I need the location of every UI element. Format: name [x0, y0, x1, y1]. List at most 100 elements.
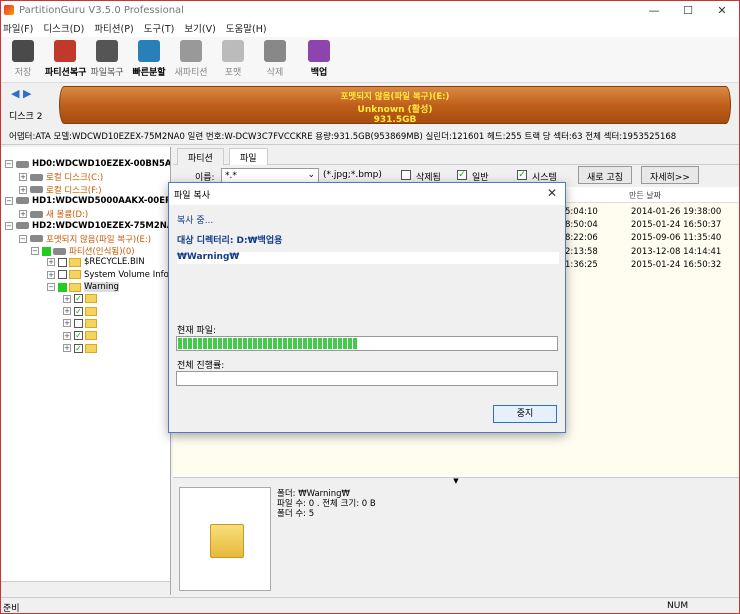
expand-icon[interactable]: + — [63, 344, 71, 352]
new-partition-icon — [180, 40, 202, 62]
cell-modified: 8:50:04 — [565, 220, 598, 231]
col-created[interactable]: 만든 날짜 — [629, 190, 661, 201]
disk-partition-bar[interactable]: 포맷되지 않음(파일 복구)(E:) Unknown (활성) 931.5GB — [59, 86, 731, 125]
toolbar-button-4[interactable]: 새파티션 — [171, 40, 211, 82]
num-lock-indicator: NUM — [667, 601, 689, 611]
tree-checkbox[interactable] — [58, 257, 67, 267]
status-bar: 준비 NUM — [1, 597, 739, 613]
tab-files[interactable]: 파일 — [229, 148, 268, 165]
tree-partition[interactable]: − 파티션(인식됨)(0) — [31, 245, 135, 257]
tree-folder[interactable]: + — [63, 318, 100, 328]
menu-file[interactable]: 파일(F) — [3, 21, 33, 35]
stop-button[interactable]: 중지 — [493, 405, 557, 423]
expand-icon[interactable]: + — [19, 185, 27, 194]
toolbar-button-6[interactable]: 삭제 — [255, 40, 295, 82]
system-checkbox[interactable]: ✓ — [517, 170, 527, 180]
maximize-button[interactable]: ☐ — [671, 1, 705, 19]
expand-icon[interactable]: − — [19, 234, 27, 243]
search-icon — [54, 40, 76, 62]
tree-folder[interactable]: + ✓ — [63, 294, 100, 304]
total-progress — [176, 371, 558, 386]
expand-icon[interactable]: − — [5, 160, 13, 168]
toolbar-button-5[interactable]: 포맷 — [213, 40, 253, 82]
format-icon — [222, 40, 244, 62]
toolbar-label: 백업 — [310, 68, 328, 78]
tree-folder[interactable]: + ✓ — [63, 331, 100, 341]
refresh-button[interactable]: 새로 고침 — [578, 166, 632, 184]
drive-icon — [30, 235, 43, 243]
toolbar-label: 포맷 — [224, 68, 242, 78]
expand-icon[interactable]: + — [47, 270, 55, 279]
toolbar-button-3[interactable]: 빠른분할 — [129, 40, 169, 82]
folder-icon — [85, 318, 97, 328]
preview-folder: 폴더: ₩Warning₩ — [277, 489, 350, 499]
recover-icon — [96, 40, 118, 62]
expand-icon[interactable]: + — [63, 319, 71, 328]
minimize-button[interactable]: — — [637, 1, 671, 19]
tree-checkbox[interactable]: ✓ — [74, 331, 83, 341]
tree-checkbox[interactable] — [42, 246, 51, 256]
disk-nav-arrows[interactable]: ◀ ▶ — [11, 87, 31, 100]
cell-created: 2015-09-06 11:35:40 — [631, 233, 722, 244]
menu-tools[interactable]: 도구(T) — [144, 21, 175, 35]
tree-label: HD0:WDCWD10EZEX-00BN5A — [32, 159, 171, 169]
tree-partition[interactable]: + 로컬 디스크(F:) — [19, 184, 102, 196]
tree-checkbox[interactable] — [74, 318, 83, 328]
tree-partition[interactable]: + 로컬 디스크(C:) — [19, 171, 103, 183]
expand-icon[interactable]: − — [47, 283, 55, 291]
expand-icon[interactable]: + — [19, 210, 27, 219]
expand-icon[interactable]: + — [19, 173, 27, 182]
tree-disk[interactable]: − HD1:WDCWD5000AAKX-00ER — [5, 196, 170, 206]
deleted-checkbox[interactable] — [401, 170, 411, 180]
tree-checkbox[interactable]: ✓ — [74, 343, 83, 353]
dialog-close-icon[interactable]: ✕ — [547, 186, 557, 200]
drive-icon — [16, 197, 29, 205]
tree-checkbox[interactable] — [58, 270, 67, 280]
toolbar-button-0[interactable]: 저장 — [3, 40, 43, 82]
tree-checkbox[interactable]: ✓ — [74, 294, 83, 304]
expand-icon[interactable]: − — [31, 247, 39, 256]
tree-checkbox[interactable] — [58, 282, 67, 292]
expand-icon[interactable]: − — [5, 221, 13, 230]
tree-scrollbar[interactable] — [1, 581, 170, 595]
partition-size: 931.5GB — [373, 115, 417, 125]
toolbar-button-7[interactable]: 백업 — [299, 40, 339, 82]
tree-folder[interactable]: + System Volume Inform — [47, 270, 170, 280]
tree-disk[interactable]: − HD0:WDCWD10EZEX-00BN5A — [5, 159, 171, 169]
expand-icon[interactable]: + — [63, 331, 71, 340]
tree-folder[interactable]: + ✓ — [63, 343, 100, 353]
normal-checkbox[interactable]: ✓ — [457, 170, 467, 180]
preview-folder-count: 폴더 수: 5 — [277, 509, 315, 519]
tree-checkbox[interactable]: ✓ — [74, 306, 83, 316]
menu-view[interactable]: 보기(V) — [184, 21, 215, 35]
tree-folder[interactable]: − Warning — [47, 282, 119, 292]
toolbar-label: 파티션복구 — [45, 68, 87, 78]
expand-icon[interactable]: − — [5, 196, 13, 205]
menu-help[interactable]: 도움말(H) — [226, 21, 267, 35]
menu-partition[interactable]: 파티션(P) — [94, 21, 133, 35]
tree-disk[interactable]: − HD2:WDCWD10EZEX-75M2NA — [5, 221, 170, 231]
toolbar-button-1[interactable]: 파티션복구 — [45, 40, 87, 82]
expand-icon[interactable]: + — [63, 307, 71, 316]
tab-partitions[interactable]: 파티션 — [177, 148, 224, 165]
menu-disk[interactable]: 디스크(D) — [43, 21, 84, 35]
toolbar-label: 빠른분할 — [132, 68, 166, 78]
tree-folder[interactable]: + $RECYCLE.BIN — [47, 257, 145, 267]
tree-partition[interactable]: + 새 볼륨(D:) — [19, 208, 88, 220]
pane-splitter[interactable]: ▼ — [173, 477, 739, 485]
toolbar-label: 새파티션 — [174, 68, 208, 78]
drive-icon — [53, 247, 66, 255]
toolbar-button-2[interactable]: 파일복구 — [87, 40, 127, 82]
tab-bar: 파티션 파일 — [173, 147, 739, 165]
expand-icon[interactable]: + — [63, 294, 71, 303]
tree-label: 새 볼륨(D:) — [46, 210, 89, 221]
details-button[interactable]: 자세히>> — [641, 166, 699, 184]
expand-icon[interactable]: + — [47, 258, 55, 267]
tree-partition[interactable]: − 포맷되지 않음(파일 복구)(E:) — [19, 233, 151, 245]
cell-modified: 8:22:06 — [565, 233, 598, 244]
close-button[interactable]: ✕ — [705, 1, 739, 19]
tree-label: 로컬 디스크(F:) — [46, 185, 102, 196]
cell-modified: 5:04:10 — [565, 207, 598, 217]
tree-folder[interactable]: + ✓ — [63, 306, 100, 316]
drive-icon — [16, 160, 29, 168]
